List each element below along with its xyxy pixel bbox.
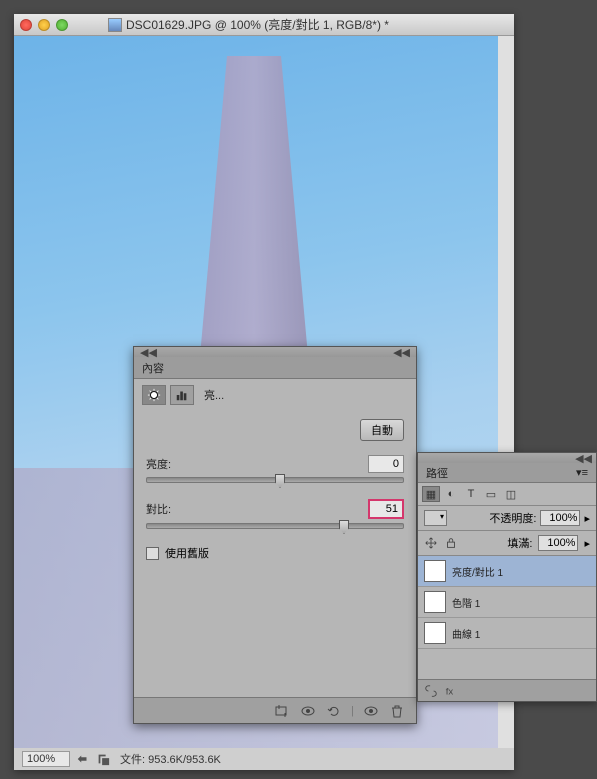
contrast-row: 對比: (146, 499, 404, 519)
brightness-contrast-icon[interactable] (142, 385, 166, 405)
layers-tab-label[interactable]: 路徑 (426, 465, 448, 481)
fill-stepper-icon[interactable]: ▸ (584, 537, 590, 550)
layers-header[interactable]: ◀◀ (418, 453, 596, 463)
collapse-right-icon[interactable]: ◀◀ (393, 346, 410, 359)
contrast-label: 對比: (146, 501, 194, 517)
layers-collapse-icon[interactable]: ◀◀ (575, 452, 592, 465)
filter-type-icon[interactable]: T (462, 486, 480, 502)
clip-icon[interactable] (273, 703, 291, 719)
fx-icon[interactable]: fx (444, 684, 458, 698)
document-icon (108, 18, 122, 32)
brightness-input[interactable] (368, 455, 404, 473)
reset-icon[interactable] (325, 703, 343, 719)
blend-mode-dropdown[interactable] (424, 510, 447, 526)
opacity-input[interactable] (540, 510, 580, 526)
panel-tab-label: 內容 (142, 360, 164, 376)
traffic-lights (20, 19, 68, 31)
layer-name: 色階 1 (452, 595, 480, 610)
adj-mode-label: 亮... (204, 387, 224, 403)
visibility-icon[interactable] (362, 703, 380, 719)
layer-name: 曲線 1 (452, 626, 480, 641)
adj-body: 自動 亮度: 對比: 使用舊版 (134, 411, 416, 569)
minimize-button[interactable] (38, 19, 50, 31)
status-bar: 100% 文件: 953.6K/953.6K (14, 748, 514, 770)
brightness-label: 亮度: (146, 456, 194, 472)
link-icon[interactable] (424, 684, 438, 698)
filter-pixel-icon[interactable]: ▦ (422, 486, 440, 502)
lock-row: 填滿: ▸ (418, 531, 596, 556)
zoom-level[interactable]: 100% (22, 751, 70, 767)
brightness-row: 亮度: (146, 455, 404, 473)
legacy-label: 使用舊版 (165, 545, 209, 561)
collapse-left-icon[interactable]: ◀◀ (140, 346, 157, 359)
close-button[interactable] (20, 19, 32, 31)
adjustments-panel: ◀◀ ◀◀ 內容 亮... 自動 亮度: 對比: 使用舊版 (133, 346, 417, 724)
brightness-slider[interactable] (146, 477, 404, 483)
opacity-stepper-icon[interactable]: ▸ (584, 512, 590, 525)
panel-tab[interactable]: 內容 (134, 357, 416, 379)
opacity-row: 不透明度: ▸ (418, 506, 596, 531)
contrast-input[interactable] (368, 499, 404, 519)
panel-header[interactable]: ◀◀ ◀◀ (134, 347, 416, 357)
adj-footer: | (134, 697, 416, 723)
adj-toolbar: 亮... (134, 379, 416, 411)
fill-input[interactable] (538, 535, 578, 551)
hand-icon[interactable] (76, 752, 90, 766)
layers-footer: fx (418, 679, 596, 701)
layer-thumb (424, 622, 446, 644)
legacy-checkbox[interactable] (146, 547, 159, 560)
brightness-thumb[interactable] (275, 474, 285, 488)
filter-smart-icon[interactable]: ◫ (502, 486, 520, 502)
contrast-thumb[interactable] (339, 520, 349, 534)
levels-icon[interactable] (170, 385, 194, 405)
fill-label: 填滿: (507, 535, 532, 551)
legacy-row: 使用舊版 (146, 545, 404, 561)
layer-item[interactable]: 曲線 1 (418, 618, 596, 649)
zoom-button[interactable] (56, 19, 68, 31)
lock-icon[interactable] (444, 536, 458, 550)
status-icons (76, 752, 110, 766)
layer-item[interactable]: 色階 1 (418, 587, 596, 618)
layer-item[interactable]: 亮度/對比 1 (418, 556, 596, 587)
layers-tab: 路徑 ▾≡ (418, 463, 596, 483)
eye-icon[interactable] (299, 703, 317, 719)
layers-filter-toolbar: ▦ ◐ T ▭ ◫ (418, 483, 596, 506)
layer-thumb (424, 560, 446, 582)
filesize-label: 文件: 953.6K/953.6K (120, 751, 221, 767)
contrast-slider[interactable] (146, 523, 404, 529)
layer-thumb (424, 591, 446, 613)
layers-panel: ◀◀ 路徑 ▾≡ ▦ ◐ T ▭ ◫ 不透明度: ▸ 填滿: ▸ 亮度/對比 1… (417, 452, 597, 702)
document-title: DSC01629.JPG @ 100% (亮度/對比 1, RGB/8*) * (126, 16, 389, 33)
filter-adjustment-icon[interactable]: ◐ (442, 486, 460, 502)
export-icon[interactable] (96, 752, 110, 766)
trash-icon[interactable] (388, 703, 406, 719)
auto-button[interactable]: 自動 (360, 419, 404, 441)
svg-text:fx: fx (446, 686, 454, 697)
titlebar: DSC01629.JPG @ 100% (亮度/對比 1, RGB/8*) * (14, 14, 514, 36)
panel-menu-icon[interactable]: ▾≡ (576, 466, 588, 479)
move-icon[interactable] (424, 536, 438, 550)
filter-shape-icon[interactable]: ▭ (482, 486, 500, 502)
opacity-label: 不透明度: (489, 510, 536, 526)
layer-name: 亮度/對比 1 (452, 564, 503, 579)
